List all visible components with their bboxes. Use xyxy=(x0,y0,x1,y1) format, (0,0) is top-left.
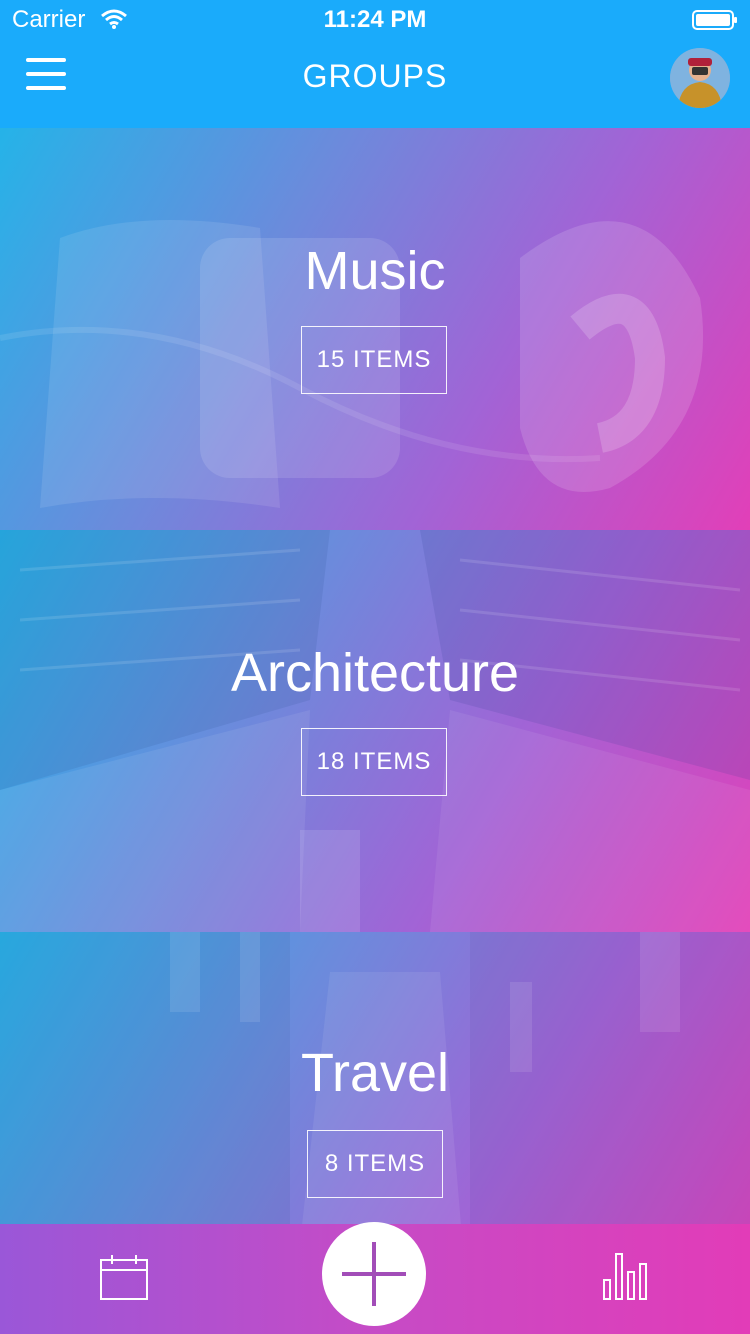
group-card-music[interactable]: Music 15 ITEMS xyxy=(0,128,750,530)
top-bar: Carrier 11:24 PM GROUPS xyxy=(0,0,750,128)
avatar-photo xyxy=(670,48,730,108)
status-bar: Carrier 11:24 PM xyxy=(0,0,750,40)
page-title: GROUPS xyxy=(302,58,448,94)
group-item-count: 15 ITEMS xyxy=(301,326,447,394)
clock: 11:24 PM xyxy=(323,6,427,33)
avatar[interactable] xyxy=(670,48,730,108)
bottom-tab-bar xyxy=(0,1222,750,1334)
group-card-architecture[interactable]: Architecture 18 ITEMS xyxy=(0,530,750,932)
add-icon xyxy=(342,1242,406,1306)
group-title: Music xyxy=(304,241,446,301)
stats-tab[interactable] xyxy=(602,1252,648,1300)
battery-icon xyxy=(692,10,737,30)
calendar-icon xyxy=(100,1255,148,1300)
group-item-count: 8 ITEMS xyxy=(307,1130,443,1198)
calendar-tab[interactable] xyxy=(100,1254,148,1300)
group-title: Travel xyxy=(300,1043,450,1103)
group-card-travel[interactable]: Travel 8 ITEMS xyxy=(0,932,750,1224)
add-button[interactable] xyxy=(322,1222,426,1326)
bar-chart-icon xyxy=(603,1253,647,1300)
groups-list: Music 15 ITEMS Architecture 18 ITEMS Tra… xyxy=(0,128,750,1224)
group-title: Architecture xyxy=(230,643,520,703)
group-item-count: 18 ITEMS xyxy=(301,728,447,796)
